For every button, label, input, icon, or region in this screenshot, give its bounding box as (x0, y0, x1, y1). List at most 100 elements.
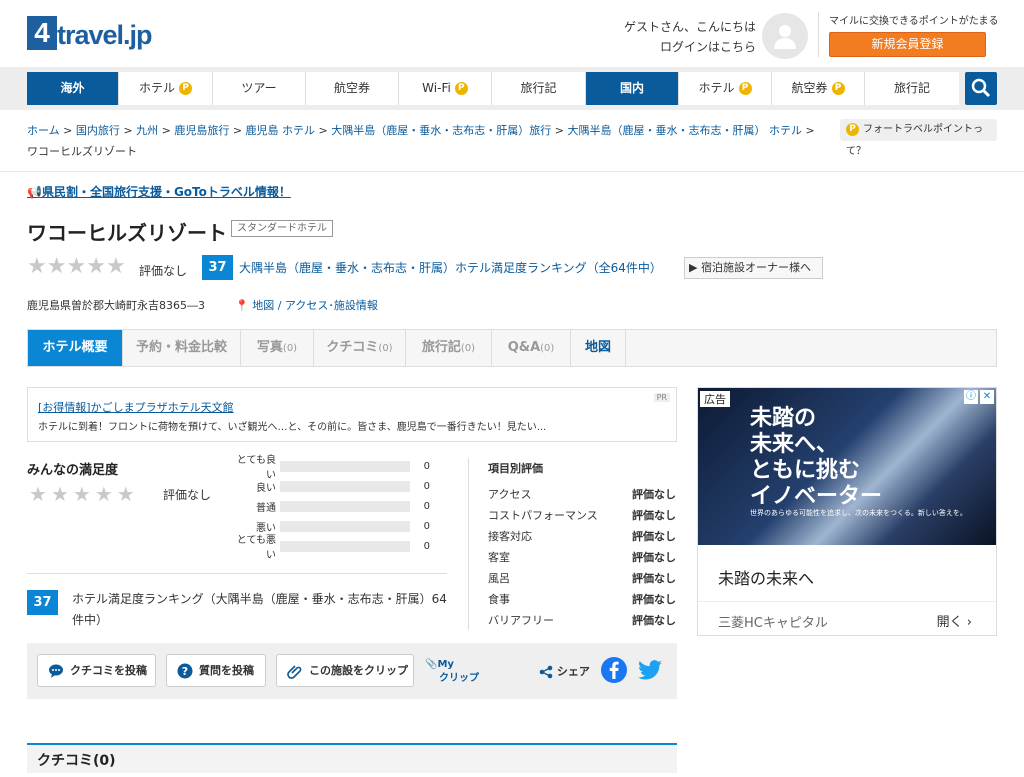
tab-map[interactable]: 地図 (571, 330, 626, 366)
tab-reviews[interactable]: クチコミ(0) (314, 330, 406, 366)
pr-badge: PR (653, 393, 670, 402)
ad-title: 未踏の未来へ (718, 569, 815, 588)
nav-domestic-air[interactable]: 航空券 P (772, 72, 865, 105)
breadcrumb-home[interactable]: ホーム (27, 124, 60, 137)
star-icon: ★ (27, 254, 47, 279)
tab-qa[interactable]: Q&A(0) (492, 330, 571, 366)
breadcrumb-osumi-travel[interactable]: 大隅半島（鹿屋・垂水・志布志・肝属）旅行 (331, 124, 551, 137)
ad-advertiser: 三菱HCキャピタル (718, 616, 828, 631)
breadcrumb: ホーム > 国内旅行 > 九州 > 鹿児島旅行 > 鹿児島 ホテル > 大隅半島… (27, 124, 815, 158)
item-rating-title: 項目別評価 (488, 462, 543, 475)
divider (468, 458, 469, 630)
hotel-address: 鹿児島県曽於郡大崎町永吉8365―3 (27, 299, 205, 312)
main-nav-bar: 海外 ホテル P ツアー 航空券 Wi-Fi P 旅行記 国内 ホテル P 航空券 P … (0, 67, 1024, 110)
breadcrumb-kagoshima-hotel[interactable]: 鹿児島 ホテル (246, 124, 316, 137)
tab-booking[interactable]: 予約・料金比較 (123, 330, 241, 366)
tab-travelogue[interactable]: 旅行記(0) (406, 330, 492, 366)
rating-bar (280, 540, 410, 552)
twitter-share-button[interactable] (637, 657, 663, 683)
hotel-rating-stars: ★ ★ ★ ★ ★ (27, 254, 126, 279)
search-button[interactable] (965, 72, 997, 105)
promo-box: [お得情報]かごしまプラザホテル天文館 ホテルに到着！フロントに荷物を預けて、い… (27, 387, 677, 442)
nav-air-ticket[interactable]: 航空券 (306, 72, 399, 105)
clip-button[interactable]: この施設をクリップ (276, 654, 414, 687)
ad-headline: 未踏の 未来へ、 ともに挑む イノベーター (750, 406, 883, 509)
greeting-text: ゲストさん、こんにちは (623, 20, 756, 34)
owner-button[interactable]: ▶ 宿泊施設オーナー様へ (684, 257, 823, 279)
share-label: シェア (539, 663, 590, 679)
ad-image[interactable]: 広告 ⓘ ✕ 未踏の 未来へ、 ともに挑む イノベーター 世界のあらゆる可能性を追… (698, 388, 996, 545)
breadcrumb-kagoshima[interactable]: 鹿児島旅行 (174, 124, 229, 137)
breadcrumb-domestic[interactable]: 国内旅行 (76, 124, 120, 137)
ad-tag: 広告 (700, 391, 730, 407)
satisfaction-rating-text: 評価なし (163, 488, 212, 502)
login-link[interactable]: ログインはこちら (624, 37, 756, 57)
point-icon: P (454, 82, 468, 95)
point-icon: P (179, 82, 192, 95)
svg-text:?: ? (182, 665, 188, 678)
map-access-link[interactable]: 📍 地図 / アクセス･施設情報 (235, 297, 378, 313)
goto-travel-link[interactable]: 📢県民割・全国旅行支援・GoToトラベル情報！ (27, 183, 291, 200)
nav-overseas[interactable]: 海外 (27, 72, 119, 105)
site-logo[interactable]: 4 travel.jp (27, 16, 167, 56)
item-rating-row: 風呂 評価なし (488, 572, 676, 585)
megaphone-icon: 📢 (27, 185, 42, 199)
divider (0, 171, 1024, 172)
star-icon: ★ (94, 482, 113, 506)
star-icon: ★ (29, 482, 47, 506)
rating-row: 良い 0 (256, 480, 430, 494)
breadcrumb-osumi-hotel[interactable]: 大隅半島（鹿屋・垂水・志布志・肝属） ホテル (567, 124, 802, 137)
item-rating-row: アクセス 評価なし (488, 488, 676, 501)
points-info-button[interactable]: P フォートラベルポイントって？ (840, 119, 997, 157)
star-icon: ★ (50, 482, 69, 506)
rating-row: とても悪い 0 (236, 535, 430, 561)
nav-wifi[interactable]: Wi-Fi P (399, 72, 492, 105)
ad-info-icon[interactable]: ⓘ (964, 390, 978, 404)
rank-badge: 37 (202, 255, 233, 280)
breadcrumb-kyushu[interactable]: 九州 (136, 124, 158, 137)
item-ratings: アクセス 評価なし コストパフォーマンス 評価なし 接客対応 評価なし 客室 評価なし … (488, 484, 676, 631)
page-title: ワコーヒルズリゾート (27, 221, 227, 245)
ad-banner[interactable]: 広告 ⓘ ✕ 未踏の 未来へ、 ともに挑む イノベーター 世界のあらゆる可能性を追… (697, 387, 997, 636)
nav-travelogue[interactable]: 旅行記 (492, 72, 586, 105)
ad-open-button[interactable]: 開く › (937, 611, 972, 630)
star-icon: ★ (105, 254, 126, 279)
star-icon: ★ (66, 254, 87, 279)
user-icon (774, 25, 796, 49)
post-review-button[interactable]: クチコミを投稿 (37, 654, 156, 687)
promo-link[interactable]: [お得情報]かごしまプラザホテル天文館 (38, 399, 234, 415)
play-icon: ▶ (689, 261, 698, 274)
register-block: マイルに交換できるポイントがたまる 新規会員登録 (818, 12, 999, 57)
tab-photos[interactable]: 写真(0) (241, 330, 314, 366)
rating-row: 普通 0 (256, 500, 430, 514)
rank-badge: 37 (27, 590, 58, 615)
paperclip-icon: 📎 (425, 659, 438, 670)
rating-bar (280, 480, 410, 492)
nav-domestic-travelogue[interactable]: 旅行記 (865, 72, 959, 105)
nav-tour[interactable]: ツアー (213, 72, 306, 105)
my-clip-link[interactable]: 📎My クリップ (425, 658, 479, 686)
rating-distribution: とても良い 0 良い 0 普通 0 悪い 0 とても悪い 0 (228, 455, 430, 561)
avatar[interactable] (762, 13, 808, 59)
satisfaction-stars: ★ ★ ★ ★ ★ (29, 482, 135, 506)
item-rating-row: 客室 評価なし (488, 551, 676, 564)
satisfaction-ranking-text: ホテル満足度ランキング（大隅半島（鹿屋・垂水・志布志・肝属）64件中） (72, 592, 447, 627)
points-note: マイルに交換できるポイントがたまる (829, 16, 999, 27)
item-rating-row: バリアフリー 評価なし (488, 614, 676, 627)
logo-mark: 4 (27, 16, 57, 50)
nav-domestic[interactable]: 国内 (586, 72, 679, 105)
close-icon[interactable]: ✕ (980, 390, 994, 404)
tab-overview[interactable]: ホテル概要 (28, 330, 123, 366)
point-icon: P (831, 82, 845, 95)
divider (27, 573, 447, 574)
facebook-icon (609, 661, 619, 679)
hotel-rating-text: 評価なし (139, 264, 188, 278)
greeting-block: ゲストさん、こんにちは ログインはこちら (624, 17, 756, 57)
ranking-link[interactable]: 大隅半島（鹿屋・垂水・志布志・肝属）ホテル満足度ランキング（全64件中） (239, 259, 662, 276)
register-button[interactable]: 新規会員登録 (829, 32, 986, 57)
nav-domestic-hotel[interactable]: ホテル P (679, 72, 772, 105)
facebook-share-button[interactable] (601, 657, 627, 683)
post-question-button[interactable]: ? 質問を投稿 (166, 654, 266, 687)
nav-overseas-hotel[interactable]: ホテル P (119, 72, 213, 105)
promo-desc: ホテルに到着！フロントに荷物を預けて、いざ観光へ…と、その前に。皆さま、鹿児島で… (38, 422, 547, 433)
